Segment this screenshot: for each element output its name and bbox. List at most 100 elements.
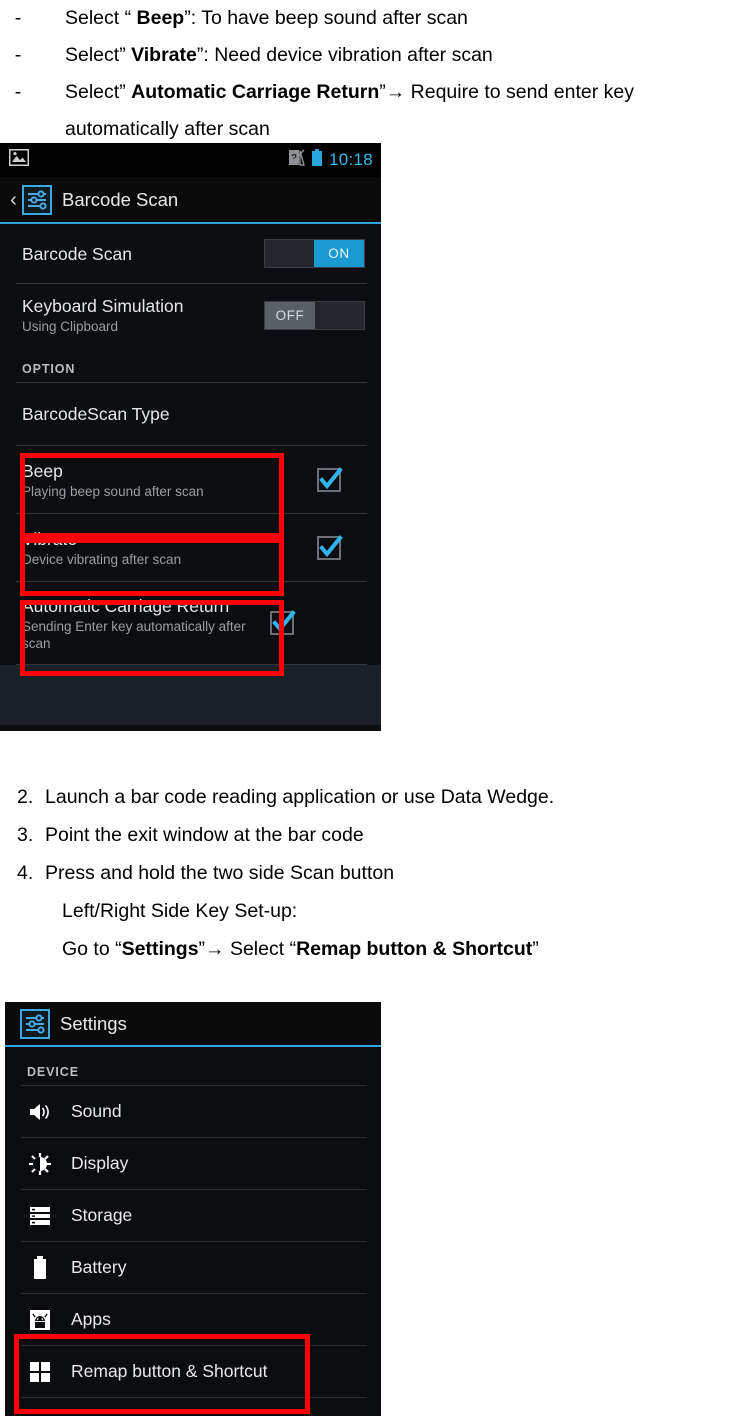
- settings-sliders-icon: [22, 184, 52, 215]
- row-subtitle: Sending Enter key automatically after sc…: [22, 618, 246, 651]
- bullet-bold: Vibrate: [131, 44, 197, 66]
- row-texts: Keyboard Simulation Using Clipboard: [22, 295, 264, 335]
- status-bar: ? 10:18: [0, 143, 381, 177]
- row-texts: Barcode Scan: [22, 243, 264, 265]
- row-keyboard-simulation[interactable]: Keyboard Simulation Using Clipboard OFF: [0, 284, 381, 346]
- bullet-post: ”: To have beep sound after scan: [184, 7, 468, 29]
- step-number: 4.: [17, 862, 34, 884]
- list-item: 2. Launch a bar code reading application…: [0, 778, 729, 816]
- sidebar-item-label: Sound: [71, 1101, 122, 1121]
- list-item: 3. Point the exit window at the bar code: [0, 816, 729, 854]
- status-bar-left: [8, 148, 30, 171]
- row-title: Automatic Carriage Return: [22, 595, 230, 616]
- no-sim-signal-icon: ?: [288, 149, 305, 171]
- vibrate-checkbox[interactable]: [317, 534, 343, 560]
- barcode-scan-screenshot: ? 10:18 ‹ Barcode Scan Barcode Scan ON K…: [0, 143, 381, 731]
- row-barcode-scan[interactable]: Barcode Scan ON: [0, 224, 381, 283]
- row-subtitle: Using Clipboard: [22, 319, 119, 334]
- action-bar: ‹ Barcode Scan: [0, 177, 381, 224]
- row-barcodescan-type[interactable]: BarcodeScan Type: [0, 383, 381, 445]
- sidebar-item-apps[interactable]: Apps: [5, 1294, 381, 1345]
- toggle-label: ON: [314, 240, 364, 267]
- row-texts: Vibrate Device vibrating after scan: [22, 528, 317, 568]
- list-item: 4. Press and hold the two side Scan butt…: [0, 854, 729, 892]
- row-title: Vibrate: [22, 528, 78, 549]
- bullet-bold: Beep: [136, 7, 185, 29]
- sidebar-item-display[interactable]: Display: [5, 1138, 381, 1189]
- goto-mid: ”→ Select “: [198, 938, 297, 960]
- row-automatic-carriage-return[interactable]: Automatic Carriage Return Sending Enter …: [0, 582, 381, 664]
- row-title: Beep: [22, 460, 63, 481]
- goto-post: ”: [532, 938, 539, 960]
- row-subtitle: Playing beep sound after scan: [22, 483, 204, 499]
- section-header-device: DEVICE: [27, 1065, 79, 1079]
- sidebar-item-remap-button-shortcut[interactable]: Remap button & Shortcut: [5, 1346, 381, 1397]
- row-title: BarcodeScan Type: [22, 404, 170, 424]
- row-title: Keyboard Simulation: [22, 296, 184, 316]
- section-header-option: OPTION: [22, 362, 76, 376]
- battery-icon: [27, 1255, 53, 1281]
- bullet-dash: -: [14, 44, 22, 66]
- bullet-text: Select “ Beep”: To have beep sound after…: [26, 0, 729, 37]
- back-chevron-icon[interactable]: ‹: [6, 190, 21, 210]
- beep-checkbox[interactable]: [317, 466, 343, 492]
- settings-sliders-icon: [20, 1008, 50, 1039]
- sidebar-item-battery[interactable]: Battery: [5, 1242, 381, 1293]
- battery-icon: [311, 148, 323, 172]
- row-subtitle: Device vibrating after scan: [22, 551, 182, 567]
- automatic-carriage-return-checkbox[interactable]: [270, 610, 296, 635]
- bullet-pre: Select”: [65, 81, 132, 103]
- list-item: - Select” Automatic Carriage Return”→ Re…: [0, 74, 729, 148]
- page-title: Barcode Scan: [62, 188, 179, 210]
- action-bar: Settings: [5, 1002, 381, 1047]
- speaker-icon: [27, 1099, 53, 1125]
- row-title: Barcode Scan: [22, 243, 132, 264]
- list-item: - Select” Vibrate”: Need device vibratio…: [0, 37, 729, 74]
- bullet-text: Select” Automatic Carriage Return”→ Requ…: [26, 74, 729, 148]
- sidebar-item-label: Apps: [71, 1309, 111, 1329]
- status-bar-right: ? 10:18: [288, 148, 373, 172]
- bullet-bold: Automatic Carriage Return: [131, 81, 380, 103]
- brightness-icon: [27, 1151, 53, 1177]
- step-number: 3.: [17, 824, 34, 846]
- status-bar-clock: 10:18: [328, 150, 373, 169]
- bullet-dash: -: [14, 81, 22, 103]
- step-number: 2.: [17, 786, 34, 808]
- bullet-text: Select” Vibrate”: Need device vibration …: [26, 37, 729, 74]
- goto-bold-settings: Settings: [121, 938, 199, 960]
- goto-settings-line: Go to “Settings”→ Select “Remap button &…: [0, 930, 729, 968]
- toggle-label: OFF: [265, 301, 315, 329]
- settings-screenshot: Settings DEVICE Sound Display Storage Ba…: [5, 1002, 381, 1416]
- numbered-step-list: 2. Launch a bar code reading application…: [0, 778, 729, 968]
- step-text: Launch a bar code reading application or…: [45, 786, 555, 808]
- sidebar-item-label: Storage: [71, 1205, 133, 1225]
- sidebar-item-label: Display: [71, 1153, 129, 1173]
- side-key-setup-line: Left/Right Side Key Set-up:: [62, 900, 298, 922]
- sidebar-item-label: Battery: [71, 1257, 127, 1277]
- barcode-scan-toggle[interactable]: ON: [264, 239, 365, 268]
- step-text: Point the exit window at the bar code: [45, 824, 364, 846]
- sidebar-item-storage[interactable]: Storage: [5, 1190, 381, 1241]
- list-item: - Select “ Beep”: To have beep sound aft…: [0, 0, 729, 37]
- row-texts: Automatic Carriage Return Sending Enter …: [22, 595, 270, 652]
- row-texts: BarcodeScan Type: [22, 403, 365, 425]
- page-title: Settings: [60, 1012, 127, 1034]
- image-icon: [8, 148, 30, 171]
- sidebar-item-sound[interactable]: Sound: [5, 1086, 381, 1137]
- sidebar-item-label: Remap button & Shortcut: [71, 1361, 268, 1381]
- bullet-pre: Select”: [65, 44, 132, 66]
- storage-icon: [27, 1203, 53, 1229]
- row-vibrate[interactable]: Vibrate Device vibrating after scan: [0, 514, 381, 581]
- settings-list: Barcode Scan ON Keyboard Simulation Usin…: [0, 224, 381, 731]
- row-beep[interactable]: Beep Playing beep sound after scan: [0, 446, 381, 513]
- goto-bold-remap: Remap button & Shortcut: [296, 938, 533, 960]
- bullet-pre: Select “: [65, 7, 137, 29]
- settings-list: DEVICE Sound Display Storage Battery App…: [5, 1047, 381, 1416]
- goto-pre: Go to “: [62, 938, 122, 960]
- step-text: Press and hold the two side Scan button: [45, 862, 395, 884]
- bullet-dash: -: [14, 7, 22, 29]
- keyboard-simulation-toggle[interactable]: OFF: [264, 300, 365, 330]
- android-robot-icon: [27, 1307, 53, 1333]
- row-texts: Beep Playing beep sound after scan: [22, 460, 317, 500]
- grid-icon: [27, 1359, 53, 1385]
